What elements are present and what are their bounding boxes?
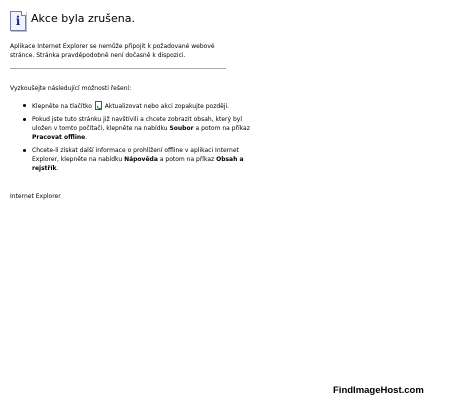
divider: [10, 68, 226, 69]
solutions-list: Klepněte na tlačítko Aktualizovat nebo a…: [20, 101, 260, 177]
command-name-offline: Pracovat offline: [32, 134, 86, 141]
solutions-heading: Vyzkoušejte následující možnosti řešení:: [10, 85, 132, 92]
solution-text: .: [56, 165, 59, 172]
page-header: i Akce byla zrušena.: [10, 10, 430, 34]
solution-text: Klepněte na tlačítko: [32, 103, 92, 110]
error-page: i Akce byla zrušena. Aplikace Internet E…: [0, 0, 450, 400]
solution-text: .: [85, 134, 88, 141]
watermark: FindImageHost.com: [333, 385, 445, 396]
menu-name-napoveda: Nápověda: [124, 156, 158, 163]
page-title: Akce byla zrušena.: [31, 12, 135, 25]
solution-text: Aktualizovat nebo akci zopakujte později…: [104, 103, 230, 110]
error-description: Aplikace Internet Explorer se nemůže při…: [10, 43, 215, 59]
bullet-icon: [23, 149, 26, 152]
info-icon: i: [10, 11, 26, 31]
solution-text: a potom na příkaz: [195, 125, 250, 132]
bullet-icon: [23, 104, 26, 107]
solution-item-help: Chcete-li získat další informace o prohl…: [20, 146, 260, 173]
solution-item-refresh: Klepněte na tlačítko Aktualizovat nebo a…: [20, 101, 260, 111]
bullet-icon: [23, 118, 26, 121]
refresh-page-icon: [94, 101, 102, 110]
menu-name-soubor: Soubor: [169, 125, 194, 132]
solution-text: a potom na příkaz: [159, 156, 215, 163]
footer-brand: Internet Explorer: [10, 193, 61, 200]
solution-item-offline: Pokud jste tuto stránku již navštívili a…: [20, 115, 260, 142]
